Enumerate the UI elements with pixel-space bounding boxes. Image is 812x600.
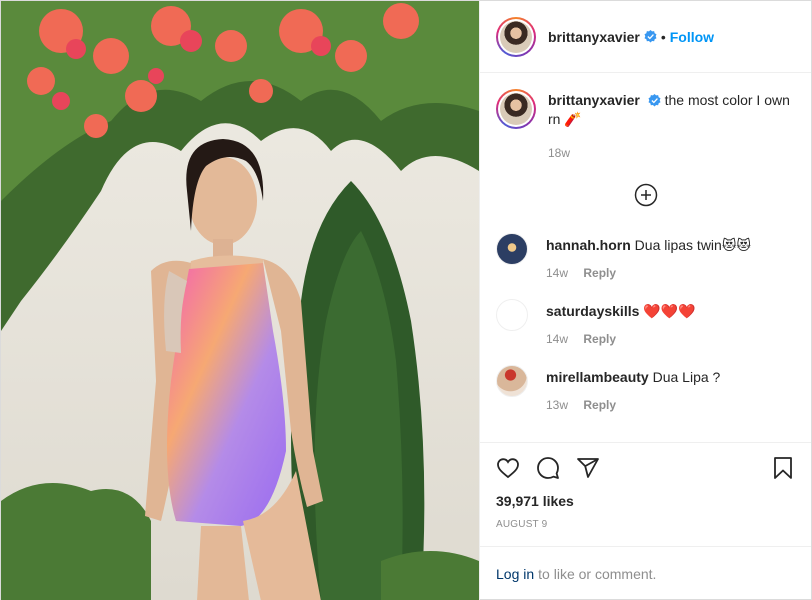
comment-text: Dua lipas twin😻😻 bbox=[634, 237, 752, 253]
post-photo[interactable] bbox=[1, 1, 479, 600]
heart-icon[interactable] bbox=[496, 456, 520, 480]
reply-button[interactable]: Reply bbox=[583, 266, 616, 280]
comment-username[interactable]: saturdayskills bbox=[546, 303, 639, 319]
comment-username[interactable]: mirellambeauty bbox=[546, 369, 649, 385]
like-count[interactable]: 39,971 likes bbox=[496, 493, 795, 509]
caption-text: brittanyxavier the most color I own rn 🧨 bbox=[548, 89, 795, 129]
reply-button[interactable]: Reply bbox=[583, 398, 616, 412]
comment-text: Dua Lipa ? bbox=[652, 369, 721, 385]
author-avatar[interactable] bbox=[496, 16, 536, 57]
post-actions: 39,971 likes AUGUST 9 bbox=[480, 442, 811, 530]
author-username[interactable]: brittanyxavier bbox=[548, 29, 640, 45]
comment-time[interactable]: 14w bbox=[546, 332, 568, 346]
verified-badge-icon bbox=[644, 30, 657, 43]
caption-avatar[interactable] bbox=[496, 89, 536, 129]
comment-avatar[interactable] bbox=[496, 365, 528, 397]
comment-username[interactable]: hannah.horn bbox=[546, 237, 631, 253]
login-prompt: Log in to like or comment. bbox=[480, 546, 811, 600]
comment-avatar[interactable] bbox=[496, 299, 528, 331]
comment-text: ❤️❤️❤️ bbox=[643, 303, 696, 319]
login-prompt-text: to like or comment. bbox=[538, 566, 657, 582]
caption-username[interactable]: brittanyxavier bbox=[548, 92, 640, 108]
post-header: brittanyxavier • Follow bbox=[480, 1, 811, 73]
reply-button[interactable]: Reply bbox=[583, 332, 616, 346]
photo-illustration bbox=[1, 1, 479, 600]
caption: brittanyxavier the most color I own rn 🧨 bbox=[496, 89, 795, 129]
post-date[interactable]: AUGUST 9 bbox=[496, 519, 795, 530]
comment-time[interactable]: 13w bbox=[546, 398, 568, 412]
comment-time[interactable]: 14w bbox=[546, 266, 568, 280]
header-separator: • bbox=[660, 28, 666, 45]
login-link[interactable]: Log in bbox=[496, 566, 534, 582]
comment-avatar[interactable] bbox=[496, 233, 528, 265]
caption-time[interactable]: 18w bbox=[548, 146, 795, 160]
bookmark-icon[interactable] bbox=[771, 456, 795, 480]
comments-section: brittanyxavier the most color I own rn 🧨… bbox=[480, 73, 811, 442]
plus-circle-icon[interactable] bbox=[634, 183, 658, 207]
share-icon[interactable] bbox=[576, 456, 600, 480]
load-more bbox=[496, 183, 795, 207]
instagram-post: brittanyxavier • Follow brittanyxavier t… bbox=[0, 0, 812, 600]
comment-item: saturdayskills ❤️❤️❤️ 14w Reply bbox=[496, 299, 795, 346]
verified-badge-icon bbox=[648, 94, 661, 107]
follow-button[interactable]: Follow bbox=[670, 29, 714, 45]
post-side-panel: brittanyxavier • Follow brittanyxavier t… bbox=[479, 1, 811, 600]
comment-item: mirellambeauty Dua Lipa ? 13w Reply bbox=[496, 365, 795, 412]
comment-item: hannah.horn Dua lipas twin😻😻 14w Reply bbox=[496, 233, 795, 280]
comment-icon[interactable] bbox=[536, 456, 560, 480]
